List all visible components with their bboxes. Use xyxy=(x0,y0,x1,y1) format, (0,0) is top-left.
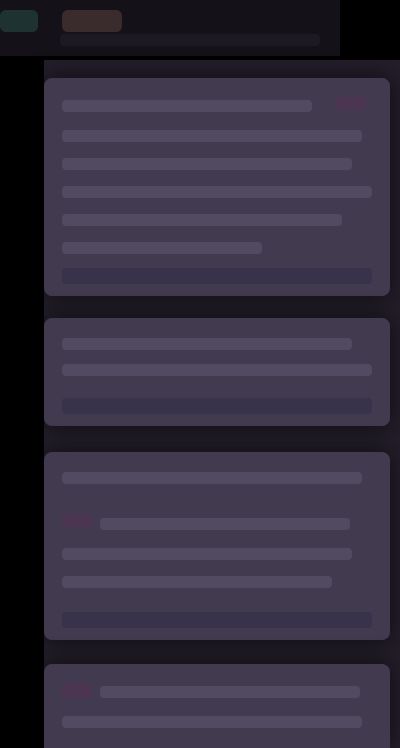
post-text-line xyxy=(62,214,342,226)
left-gutter xyxy=(0,56,44,748)
post-text-line xyxy=(62,716,362,728)
post-text-line xyxy=(62,548,352,560)
post-text-line xyxy=(100,686,360,698)
post-text-line xyxy=(62,130,362,142)
post-card[interactable] xyxy=(44,78,390,296)
post-footer xyxy=(62,268,372,284)
post-text-line xyxy=(62,576,332,588)
app-window xyxy=(0,0,400,748)
post-text-line xyxy=(62,472,362,484)
top-bar-orange-item[interactable] xyxy=(62,10,122,32)
post-badge xyxy=(62,684,92,698)
post-text-line xyxy=(62,242,262,254)
post-badge xyxy=(62,514,92,528)
top-bar-title xyxy=(60,34,320,46)
post-card[interactable] xyxy=(44,318,390,426)
top-bar xyxy=(0,0,340,56)
post-text-line xyxy=(62,100,312,112)
post-text-line xyxy=(62,364,372,376)
post-text-line xyxy=(100,518,350,530)
post-footer xyxy=(62,612,372,628)
post-badge xyxy=(336,96,366,110)
post-card[interactable] xyxy=(44,452,390,640)
post-text-line xyxy=(62,158,352,170)
post-footer xyxy=(62,398,372,414)
post-card[interactable] xyxy=(44,664,390,748)
post-text-line xyxy=(62,338,352,350)
post-text-line xyxy=(62,186,372,198)
top-bar-teal-item[interactable] xyxy=(0,10,38,32)
